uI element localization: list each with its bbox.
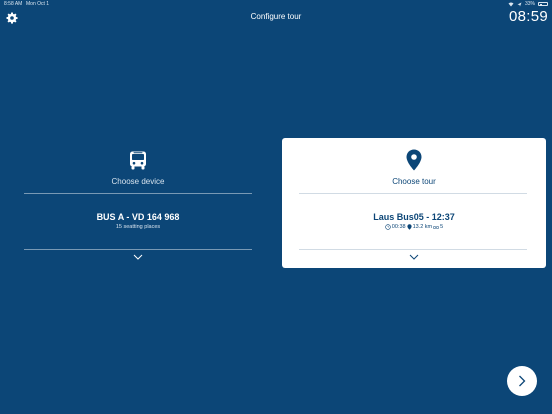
stops-icon: [433, 225, 440, 229]
status-date: Mon Oct 1: [26, 1, 50, 7]
tour-name: Laus Bus05 - 12:37: [373, 212, 455, 222]
tour-stops: 5: [440, 224, 444, 230]
status-bar: 8:58 AM Mon Oct 1 33%: [0, 0, 552, 8]
next-button[interactable]: [507, 366, 537, 396]
tour-meta: 00:38 13.2 km 5: [282, 224, 546, 230]
device-icon-wrap: [24, 151, 252, 170]
tour-icon-wrap: [282, 149, 546, 171]
device-seats: 15 seatting places: [115, 224, 161, 230]
tour-duration: 00:38: [391, 224, 406, 230]
chevron-down-icon[interactable]: [409, 254, 419, 260]
chevron-down-icon[interactable]: [133, 254, 143, 260]
device-name: BUS A - VD 164 968: [96, 212, 180, 222]
choose-tour-label: Choose tour: [392, 177, 436, 186]
choose-device-label: Choose device: [111, 177, 165, 186]
status-time: 8:58 AM: [4, 1, 23, 7]
divider: [299, 249, 527, 250]
status-indicators: 33%: [508, 1, 548, 7]
battery-percent: 33%: [524, 1, 535, 7]
wifi-icon: [508, 2, 514, 6]
location-icon: [517, 2, 522, 6]
divider: [299, 193, 527, 194]
battery-icon: [538, 2, 548, 6]
clock-icon: [385, 224, 391, 230]
clock: 08:59: [508, 8, 548, 25]
pin-icon: [406, 224, 412, 230]
choose-device-card[interactable]: Choose device BUS A - VD 164 968 15 seat…: [24, 138, 288, 268]
choose-tour-card[interactable]: Choose tour Laus Bus05 - 12:37 00:38 13.…: [282, 138, 546, 268]
divider: [24, 193, 252, 194]
bus-icon: [130, 151, 146, 170]
page-title: Configure tour: [250, 12, 302, 21]
chevron-right-icon: [519, 375, 526, 387]
tour-distance: 13.2 km: [412, 224, 433, 230]
divider: [24, 249, 252, 250]
map-pin-icon: [406, 149, 422, 171]
